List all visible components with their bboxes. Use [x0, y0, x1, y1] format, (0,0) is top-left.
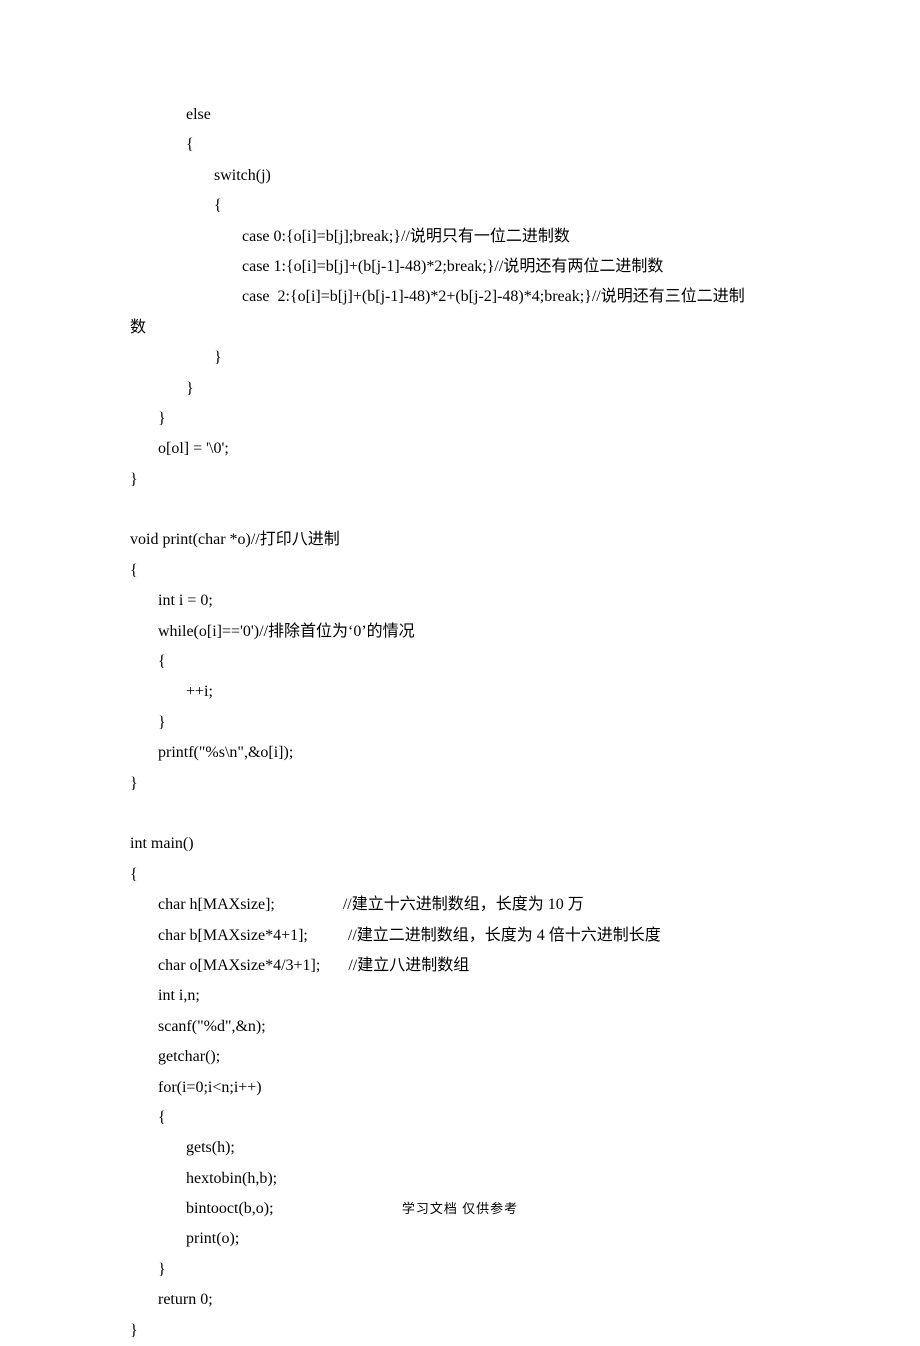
- code-line: case 2:{o[i]=b[j]+(b[j-1]-48)*2+(b[j-2]-…: [130, 282, 790, 312]
- code-line: [130, 495, 790, 525]
- code-line: int i,n;: [130, 981, 790, 1011]
- code-line: {: [130, 647, 790, 677]
- footer-text: 学习文档 仅供参考: [0, 1197, 920, 1222]
- code-line: }: [130, 374, 790, 404]
- code-line: char b[MAXsize*4+1]; //建立二进制数组，长度为 4 倍十六…: [130, 921, 790, 951]
- code-line: printf("%s\n",&o[i]);: [130, 738, 790, 768]
- code-line: }: [130, 708, 790, 738]
- code-line: [130, 799, 790, 829]
- code-line: }: [130, 465, 790, 495]
- code-line: int i = 0;: [130, 586, 790, 616]
- code-line: while(o[i]=='0')//排除首位为‘0’的情况: [130, 617, 790, 647]
- code-line: {: [130, 130, 790, 160]
- code-line: scanf("%d",&n);: [130, 1012, 790, 1042]
- code-line: }: [130, 1316, 790, 1346]
- code-line: case 0:{o[i]=b[j];break;}//说明只有一位二进制数: [130, 222, 790, 252]
- code-line: }: [130, 343, 790, 373]
- code-line: print(o);: [130, 1224, 790, 1254]
- code-line: }: [130, 404, 790, 434]
- code-line: int main(): [130, 829, 790, 859]
- code-line: case 1:{o[i]=b[j]+(b[j-1]-48)*2;break;}/…: [130, 252, 790, 282]
- code-line: {: [130, 860, 790, 890]
- code-line: 数: [130, 313, 790, 343]
- code-line: {: [130, 556, 790, 586]
- code-line: {: [130, 191, 790, 221]
- code-line: switch(j): [130, 161, 790, 191]
- code-line: return 0;: [130, 1285, 790, 1315]
- code-line: }: [130, 1255, 790, 1285]
- code-line: char o[MAXsize*4/3+1]; //建立八进制数组: [130, 951, 790, 981]
- code-line: {: [130, 1103, 790, 1133]
- code-line: o[ol] = '\0';: [130, 434, 790, 464]
- code-block: else { switch(j) { case 0:{o[i]=b[j];bre…: [130, 100, 790, 1346]
- code-line: void print(char *o)//打印八进制: [130, 525, 790, 555]
- code-line: gets(h);: [130, 1133, 790, 1163]
- code-line: }: [130, 769, 790, 799]
- code-line: char h[MAXsize]; //建立十六进制数组，长度为 10 万: [130, 890, 790, 920]
- code-line: for(i=0;i<n;i++): [130, 1073, 790, 1103]
- code-line: getchar();: [130, 1042, 790, 1072]
- code-line: else: [130, 100, 790, 130]
- code-line: hextobin(h,b);: [130, 1164, 790, 1194]
- code-line: ++i;: [130, 677, 790, 707]
